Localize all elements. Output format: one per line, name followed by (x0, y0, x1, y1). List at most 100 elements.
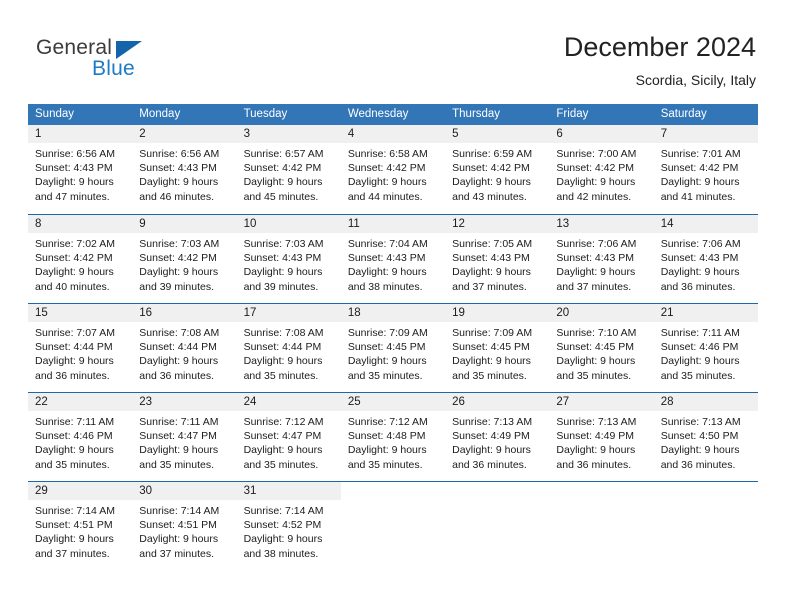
sunrise-line: Sunrise: 7:06 AM (660, 238, 741, 250)
day-number: 11 (340, 215, 446, 233)
day-number: 8 (28, 215, 133, 233)
daylight-line-1: Daylight: 9 hours (660, 444, 740, 457)
daylight-line-1: Daylight: 9 hours (452, 444, 531, 457)
weekday-header-friday: Friday (556, 108, 589, 120)
sunrise-line: Sunrise: 7:13 AM (452, 416, 533, 428)
day-details: Sunrise: 7:11 AM Sunset: 4:47 PM Dayligh… (132, 411, 236, 472)
sunset-line: Sunset: 4:42 PM (243, 162, 322, 175)
sunrise-line: Sunrise: 6:56 AM (139, 148, 220, 160)
day-cell[interactable]: 12 Sunrise: 7:05 AM Sunset: 4:43 PM Dayl… (445, 215, 550, 303)
day-details: Sunrise: 6:59 AM Sunset: 4:42 PM Dayligh… (445, 143, 549, 204)
day-details: Sunrise: 7:12 AM Sunset: 4:47 PM Dayligh… (237, 411, 341, 472)
daylight-line-1: Daylight: 9 hours (556, 444, 636, 457)
daylight-line-1: Daylight: 9 hours (660, 355, 740, 368)
sunrise-line: Sunrise: 6:56 AM (35, 148, 115, 160)
day-cell[interactable]: 28 Sunrise: 7:13 AM Sunset: 4:50 PM Dayl… (653, 393, 758, 481)
day-cell[interactable]: 6 Sunrise: 7:00 AM Sunset: 4:42 PM Dayli… (549, 125, 654, 214)
day-cell[interactable]: 4 Sunrise: 6:58 AM Sunset: 4:42 PM Dayli… (340, 125, 446, 214)
sunrise-line: Sunrise: 7:11 AM (660, 327, 740, 339)
day-number: 26 (445, 393, 550, 411)
day-cell[interactable]: 14 Sunrise: 7:06 AM Sunset: 4:43 PM Dayl… (653, 215, 758, 303)
daylight-line-1: Daylight: 9 hours (347, 355, 427, 368)
day-cell[interactable]: 22 Sunrise: 7:11 AM Sunset: 4:46 PM Dayl… (28, 393, 133, 481)
day-cell[interactable]: 15 Sunrise: 7:07 AM Sunset: 4:44 PM Dayl… (28, 304, 133, 392)
day-cell[interactable]: 30 Sunrise: 7:14 AM Sunset: 4:51 PM Dayl… (132, 482, 237, 570)
sunrise-line: Sunrise: 7:11 AM (139, 416, 219, 428)
daylight-line-2: and 37 minutes. (35, 547, 110, 560)
logo-text-blue: Blue (92, 57, 135, 80)
sunset-line: Sunset: 4:51 PM (35, 519, 113, 532)
day-cell[interactable]: 25 Sunrise: 7:12 AM Sunset: 4:48 PM Dayl… (340, 393, 446, 481)
day-cell[interactable]: 29 Sunrise: 7:14 AM Sunset: 4:51 PM Dayl… (28, 482, 133, 570)
day-cell[interactable]: 1 Sunrise: 6:56 AM Sunset: 4:43 PM Dayli… (28, 125, 133, 214)
day-details: Sunrise: 7:13 AM Sunset: 4:49 PM Dayligh… (445, 411, 549, 472)
day-number: 25 (340, 393, 446, 411)
day-cell[interactable]: 20 Sunrise: 7:10 AM Sunset: 4:45 PM Dayl… (549, 304, 654, 392)
day-cell[interactable]: 31 Sunrise: 7:14 AM Sunset: 4:52 PM Dayl… (236, 482, 341, 570)
sunset-line: Sunset: 4:42 PM (35, 252, 113, 265)
day-cell[interactable]: 26 Sunrise: 7:13 AM Sunset: 4:49 PM Dayl… (445, 393, 550, 481)
day-details: Sunrise: 7:14 AM Sunset: 4:52 PM Dayligh… (237, 500, 341, 561)
day-number: 4 (340, 125, 446, 143)
daylight-line-1: Daylight: 9 hours (243, 266, 323, 279)
day-number: 5 (445, 125, 550, 143)
sunrise-line: Sunrise: 7:00 AM (556, 148, 637, 160)
day-cell[interactable]: 9 Sunrise: 7:03 AM Sunset: 4:42 PM Dayli… (132, 215, 237, 303)
week-row: 1 Sunrise: 6:56 AM Sunset: 4:43 PM Dayli… (28, 125, 758, 214)
sunset-line: Sunset: 4:47 PM (243, 430, 322, 443)
day-cell[interactable]: 16 Sunrise: 7:08 AM Sunset: 4:44 PM Dayl… (132, 304, 237, 392)
daylight-line-2: and 39 minutes. (139, 280, 214, 293)
daylight-line-2: and 41 minutes. (660, 190, 736, 203)
day-number: 15 (28, 304, 133, 322)
daylight-line-2: and 47 minutes. (35, 190, 110, 203)
day-cell[interactable]: 17 Sunrise: 7:08 AM Sunset: 4:44 PM Dayl… (236, 304, 341, 392)
day-details: Sunrise: 7:06 AM Sunset: 4:43 PM Dayligh… (654, 233, 758, 294)
day-cell[interactable]: 8 Sunrise: 7:02 AM Sunset: 4:42 PM Dayli… (28, 215, 133, 303)
sunset-line: Sunset: 4:43 PM (139, 162, 217, 175)
daylight-line-1: Daylight: 9 hours (660, 176, 740, 189)
sunrise-line: Sunrise: 7:13 AM (660, 416, 741, 428)
day-cell[interactable]: 13 Sunrise: 7:06 AM Sunset: 4:43 PM Dayl… (549, 215, 654, 303)
daylight-line-2: and 42 minutes. (556, 190, 632, 203)
day-cell[interactable]: 5 Sunrise: 6:59 AM Sunset: 4:42 PM Dayli… (445, 125, 550, 214)
daylight-line-2: and 36 minutes. (556, 458, 632, 471)
day-number: 17 (236, 304, 341, 322)
daylight-line-1: Daylight: 9 hours (243, 355, 323, 368)
day-cell[interactable]: 2 Sunrise: 6:56 AM Sunset: 4:43 PM Dayli… (132, 125, 237, 214)
day-number: 9 (132, 215, 237, 233)
page-title: December 2024 (563, 32, 756, 62)
sunrise-line: Sunrise: 7:14 AM (243, 505, 324, 517)
sunset-line: Sunset: 4:49 PM (556, 430, 635, 443)
day-cell[interactable]: 21 Sunrise: 7:11 AM Sunset: 4:46 PM Dayl… (653, 304, 758, 392)
day-cell[interactable]: 3 Sunrise: 6:57 AM Sunset: 4:42 PM Dayli… (236, 125, 341, 214)
day-cell[interactable]: 7 Sunrise: 7:01 AM Sunset: 4:42 PM Dayli… (653, 125, 758, 214)
sunrise-line: Sunrise: 7:12 AM (243, 416, 324, 428)
day-details: Sunrise: 7:00 AM Sunset: 4:42 PM Dayligh… (549, 143, 653, 204)
weekday-header-row: Sunday Monday Tuesday Wednesday Thursday… (28, 104, 758, 125)
day-details: Sunrise: 7:11 AM Sunset: 4:46 PM Dayligh… (654, 322, 758, 383)
general-blue-logo[interactable]: General Blue (36, 36, 256, 92)
sunset-line: Sunset: 4:46 PM (660, 341, 739, 354)
day-cell[interactable]: 27 Sunrise: 7:13 AM Sunset: 4:49 PM Dayl… (549, 393, 654, 481)
daylight-line-1: Daylight: 9 hours (139, 355, 219, 368)
weekday-header-saturday: Saturday (660, 108, 707, 120)
week-row: 8 Sunrise: 7:02 AM Sunset: 4:42 PM Dayli… (28, 214, 758, 303)
day-cell[interactable]: 24 Sunrise: 7:12 AM Sunset: 4:47 PM Dayl… (236, 393, 341, 481)
daylight-line-1: Daylight: 9 hours (35, 355, 114, 368)
day-number: 20 (549, 304, 654, 322)
day-cell[interactable]: 19 Sunrise: 7:09 AM Sunset: 4:45 PM Dayl… (445, 304, 550, 392)
sunrise-line: Sunrise: 7:13 AM (556, 416, 637, 428)
day-number (654, 482, 758, 500)
sunset-line: Sunset: 4:42 PM (452, 162, 530, 175)
daylight-line-1: Daylight: 9 hours (139, 444, 219, 457)
day-number (445, 482, 549, 500)
day-cell[interactable]: 11 Sunrise: 7:04 AM Sunset: 4:43 PM Dayl… (340, 215, 446, 303)
day-cell[interactable]: 18 Sunrise: 7:09 AM Sunset: 4:45 PM Dayl… (340, 304, 446, 392)
daylight-line-2: and 40 minutes. (35, 280, 110, 293)
day-cell[interactable]: 23 Sunrise: 7:11 AM Sunset: 4:47 PM Dayl… (132, 393, 237, 481)
sunrise-line: Sunrise: 6:58 AM (347, 148, 428, 160)
day-number: 27 (549, 393, 654, 411)
day-cell[interactable]: 10 Sunrise: 7:03 AM Sunset: 4:43 PM Dayl… (236, 215, 341, 303)
daylight-line-1: Daylight: 9 hours (556, 176, 636, 189)
day-details: Sunrise: 7:10 AM Sunset: 4:45 PM Dayligh… (549, 322, 653, 383)
